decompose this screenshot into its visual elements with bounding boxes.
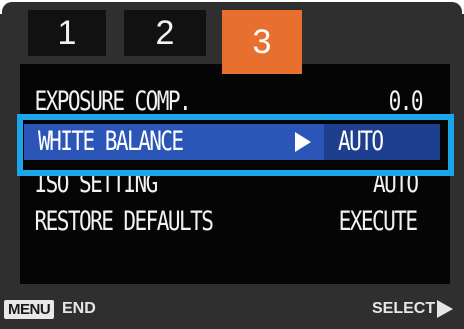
arrow-right-icon[interactable] bbox=[437, 300, 453, 318]
camera-menu-screen: 1 2 3 EXPOSURE COMP. 0.0 WHITE BALANCE A… bbox=[0, 0, 464, 329]
menu-key-badge[interactable]: MENU bbox=[4, 300, 55, 319]
tab-2[interactable]: 2 bbox=[124, 10, 206, 56]
menu-item-label: RESTORE DEFAULTS bbox=[34, 206, 213, 237]
tab-2-label: 2 bbox=[155, 13, 175, 52]
tab-3-label: 3 bbox=[252, 22, 272, 61]
select-label: SELECT bbox=[372, 300, 436, 317]
tab-3[interactable]: 3 bbox=[222, 10, 302, 74]
end-label: END bbox=[62, 300, 96, 317]
menu-item-restore-defaults[interactable]: RESTORE DEFAULTS EXECUTE bbox=[22, 200, 418, 240]
tab-1[interactable]: 1 bbox=[28, 10, 106, 56]
tab-1-label: 1 bbox=[57, 13, 77, 52]
menu-item-value: EXECUTE bbox=[338, 206, 418, 237]
selection-frame bbox=[17, 114, 454, 176]
menu-item-label: EXPOSURE COMP. bbox=[34, 86, 191, 117]
footer-bar: MENU END SELECT bbox=[0, 292, 464, 329]
menu-item-value: 0.0 bbox=[388, 86, 424, 117]
